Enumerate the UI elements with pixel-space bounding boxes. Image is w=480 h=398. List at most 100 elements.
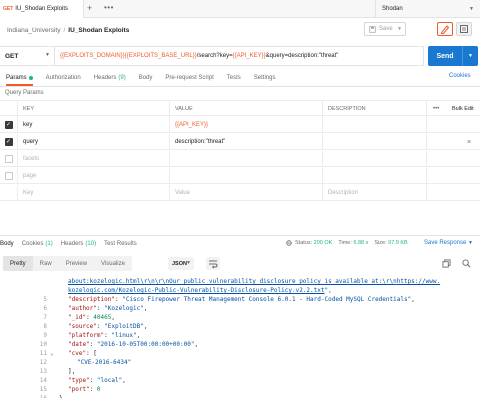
column-header-actions: ••• Bulk Edit <box>426 101 480 117</box>
param-checkbox[interactable]: ✓ <box>4 121 13 129</box>
url-input[interactable]: {{EXPLOITS_DOMAIN}}{{EXPLOITS_BASE_URL}}… <box>60 46 338 66</box>
chevron-down-icon[interactable]: ▼ <box>397 26 402 32</box>
code-text: "cve": [ <box>68 349 97 358</box>
param-key[interactable]: query <box>17 134 169 150</box>
copy-button[interactable] <box>442 259 451 268</box>
response-tab-body[interactable]: Body <box>0 237 14 251</box>
line-number: 11 <box>39 350 47 357</box>
new-description-input[interactable]: Description <box>322 185 426 201</box>
param-checkbox[interactable] <box>4 155 13 163</box>
response-meta: Status: 200 OK Time: 6.88 s Size: 97.9 K… <box>286 240 408 246</box>
raw-button[interactable]: Raw <box>33 256 59 271</box>
response-tab-cookies-label: Cookies <box>21 241 44 247</box>
code-text: "source": "ExploitDB", <box>68 322 148 331</box>
param-value[interactable] <box>169 151 322 167</box>
param-value[interactable] <box>169 168 322 184</box>
cookies-link[interactable]: Cookies <box>449 73 471 79</box>
response-tab-test-results[interactable]: Test Results <box>104 237 137 251</box>
code-link[interactable]: kozelogic.com/Kozelogic-Public-Vulnerabi… <box>68 287 324 294</box>
param-key[interactable]: key <box>17 117 169 133</box>
code-text: "date": "2016-10-05T00:00:00+00:00", <box>68 340 198 349</box>
response-body-code[interactable]: about:kozelogic.html\r\n\r\nOur public v… <box>0 277 480 398</box>
code-token: "type" <box>68 377 90 384</box>
tab-body[interactable]: Body <box>139 71 153 85</box>
param-new-row: Key Value Description <box>0 185 480 201</box>
document-icon <box>460 25 468 33</box>
new-key-input[interactable]: Key <box>17 185 169 201</box>
param-description[interactable] <box>322 168 426 184</box>
copy-icon <box>442 259 451 268</box>
code-token: , <box>194 341 199 348</box>
visualize-button[interactable]: Visualize <box>94 256 132 271</box>
save-response-button[interactable]: Save Response ▼ <box>424 240 473 246</box>
pretty-button[interactable]: Pretty <box>3 256 33 271</box>
tab-options-button[interactable]: ••• <box>104 4 114 12</box>
line-number: 14 <box>39 377 47 384</box>
line-number: 8 <box>43 323 47 330</box>
size-label: Size: <box>374 240 387 246</box>
line-number: 5 <box>43 296 47 303</box>
chevron-down-icon: ▼ <box>45 52 50 58</box>
status-value[interactable]: 200 OK <box>314 240 333 246</box>
divider <box>0 235 480 236</box>
param-key[interactable]: facets <box>17 151 169 167</box>
param-actions <box>426 117 480 133</box>
param-value[interactable]: description:"threat" <box>169 134 322 150</box>
code-line: 7 "_id": 40465, <box>0 313 480 322</box>
param-description[interactable] <box>322 117 426 133</box>
tab-params-label: Params <box>6 75 27 81</box>
param-description[interactable] <box>322 151 426 167</box>
search-button[interactable] <box>462 259 471 268</box>
new-tab-button[interactable]: + <box>87 4 92 13</box>
tab-pre-request-script[interactable]: Pre-request Script <box>165 71 213 85</box>
tab-settings[interactable]: Settings <box>254 71 276 85</box>
tab-params[interactable]: Params <box>6 71 33 86</box>
code-token: "local" <box>96 377 123 384</box>
code-token: : [ <box>86 350 97 357</box>
param-checkbox[interactable]: ✓ <box>4 138 13 146</box>
tab-tests[interactable]: Tests <box>227 71 241 85</box>
param-checkbox[interactable] <box>4 172 13 180</box>
url-text-segment: &query=description:"threat" <box>265 53 339 59</box>
environment-selector[interactable]: Shodan ▼ <box>375 0 480 18</box>
send-button[interactable]: Send <box>428 46 462 66</box>
code-text: "port": 0 <box>68 385 101 394</box>
edit-button[interactable] <box>437 22 453 36</box>
close-icon[interactable]: × <box>467 139 471 146</box>
tab-method-badge: GET <box>3 6 14 12</box>
code-link[interactable]: about:kozelogic.html\r\n\r\nOur public v… <box>68 278 397 285</box>
environment-label: Shodan <box>382 6 403 12</box>
breadcrumb-collection[interactable]: Indiana_University <box>7 27 60 34</box>
language-selector[interactable]: JSON ▼ <box>168 257 194 270</box>
method-selector[interactable]: GET ▼ <box>0 46 55 66</box>
new-value-input[interactable]: Value <box>169 185 322 201</box>
param-value[interactable]: {{API_KEY}} <box>169 117 322 133</box>
url-text-segment: /search?key= <box>196 53 233 59</box>
params-header-row: KEY VALUE DESCRIPTION ••• Bulk Edit <box>0 100 480 117</box>
response-tab-headers[interactable]: Headers (10) <box>61 237 96 251</box>
code-token: , <box>136 332 141 339</box>
code-link[interactable]: https://www. <box>397 278 440 285</box>
tab-authorization[interactable]: Authorization <box>46 71 81 85</box>
documentation-button[interactable] <box>456 22 472 36</box>
code-text: "description": "Cisco Firepower Threat M… <box>68 295 415 304</box>
response-tab-cookies[interactable]: Cookies (1) <box>22 237 53 251</box>
save-button[interactable]: Save ▼ <box>364 22 406 36</box>
bulk-edit-button[interactable]: Bulk Edit <box>452 106 474 112</box>
tab-headers[interactable]: Headers (9) <box>94 71 126 85</box>
param-key[interactable]: page <box>17 168 169 184</box>
size-value[interactable]: 97.9 KB <box>388 240 408 246</box>
send-options-button[interactable]: ▼ <box>462 46 478 66</box>
more-options-button[interactable]: ••• <box>433 106 439 112</box>
tab-headers-label: Headers <box>93 75 117 81</box>
wrap-lines-button[interactable] <box>206 257 220 270</box>
preview-button[interactable]: Preview <box>59 256 94 271</box>
code-line: 8 "source": "ExploitDB", <box>0 322 480 331</box>
line-number: 10 <box>39 341 47 348</box>
param-description[interactable] <box>322 134 426 150</box>
time-value[interactable]: 6.88 s <box>353 240 368 246</box>
fold-toggle-icon[interactable]: ⌄ <box>50 349 54 358</box>
code-line: about:kozelogic.html\r\n\r\nOur public v… <box>0 277 480 286</box>
url-parts: {{EXPLOITS_DOMAIN}}{{EXPLOITS_BASE_URL}}… <box>60 53 338 59</box>
request-tab[interactable]: GET IU_Shodan Exploits <box>0 0 84 18</box>
